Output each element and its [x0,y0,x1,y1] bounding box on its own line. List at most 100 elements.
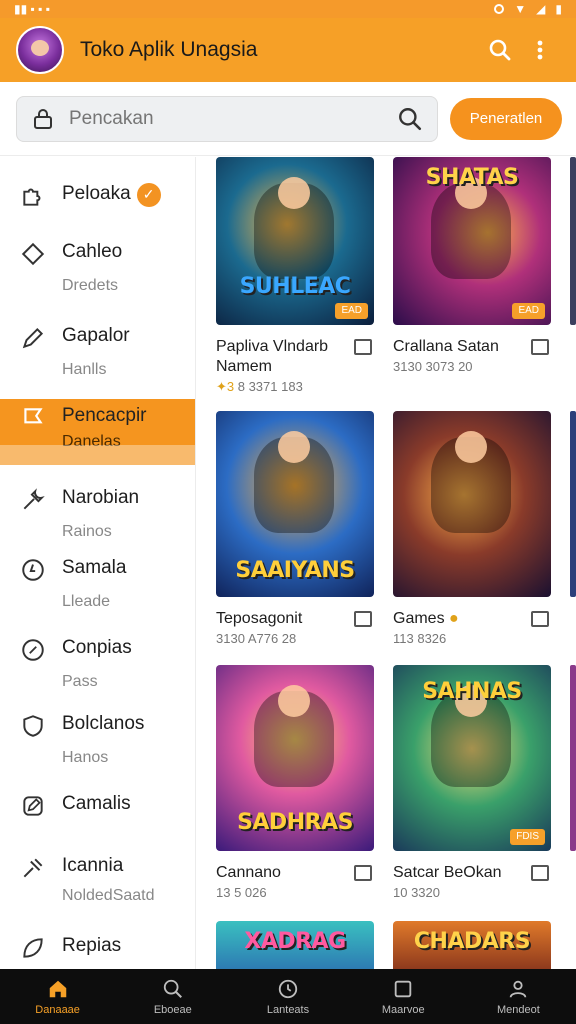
app-title: Crallana Satan [393,338,499,355]
app-card[interactable]: CHADARS [393,921,553,969]
sidebar-item-sub: Danelas [62,433,121,450]
app-card[interactable]: XADRAG [216,921,376,969]
app-thumbnail[interactable]: SAAIYANS [216,411,374,597]
app-title: Satcar BeOkan [393,864,502,881]
sidebar-item-peloaka[interactable]: Peloaka ✓ [0,157,195,231]
sidebar-item-icannia[interactable]: Icannia NoldedSaatd [0,847,195,929]
next-card-edge [570,411,576,597]
sidebar-item-conpias[interactable]: Conpias Pass [0,631,195,705]
clock-icon [278,979,298,998]
nav-label: Mendeot [497,1003,540,1016]
app-thumbnail[interactable]: SADHRAS [216,665,374,851]
magnifier-icon[interactable] [397,106,423,132]
lock-icon [34,108,52,129]
nav-label: Danaaae [35,1003,80,1016]
nav-profile[interactable]: Mendeot [461,969,576,1024]
nav-label: Maarvoe [381,1003,425,1016]
search-input[interactable] [69,107,397,130]
sidebar-item-sub: Lleade [62,593,111,610]
app-logo: SAAIYANS [235,558,355,583]
search-icon[interactable] [480,30,520,70]
sidebar-item-label: Narobian [62,487,140,508]
bookmark-icon[interactable] [354,339,372,355]
next-card-edge [570,157,576,325]
app-title-text: Games [393,610,445,627]
app-meta: ✦3 8 3371 183 [216,379,376,395]
sidebar-item-sub: Hanlls [62,361,107,378]
app-card[interactable]: SHATAS EAD Crallana Satan 3130 3073 20 [393,157,553,374]
search-box[interactable] [16,95,438,142]
nav-label: Lanteats [266,1003,310,1016]
app-thumbnail[interactable]: CHADARS [393,921,551,969]
puzzle-icon [23,188,41,206]
category-sidebar: Peloaka ✓ Cahleo Dredets Gapalor Hanlls Pen… [0,157,196,969]
sidebar-item-cahleo[interactable]: Cahleo Dredets [0,231,195,313]
bookmark-icon[interactable] [531,865,549,881]
status-bar: ▮▮ ▪ ▪ ▪ ▼ ◢ ▮ [0,0,576,18]
app-card[interactable]: SADHRAS Cannano 13 5 026 [216,665,376,900]
nav-home[interactable]: Danaaae [0,969,115,1024]
sidebar-item-label: Camalis [62,793,131,814]
search-icon [163,979,182,998]
app-tag: FDIS [510,829,545,845]
app-thumbnail[interactable]: SHATAS EAD [393,157,551,325]
app-thumbnail[interactable] [393,411,551,597]
sidebar-item-narobian[interactable]: Narobian Rainos [0,465,195,547]
more-vert-icon[interactable] [520,30,560,70]
app-title: Games ● [393,609,525,629]
sidebar-item-label: Bolclanos [62,713,145,734]
nav-search[interactable]: Eboeae [115,969,230,1024]
nav-recent[interactable]: Lanteats [230,969,345,1024]
sidebar-item-sub: Rainos [62,523,112,540]
app-logo: SAHNAS [422,679,522,704]
edit-icon [23,796,43,816]
nav-label: Eboeae [153,1003,192,1016]
app-thumbnail[interactable]: SUHLEAC EAD [216,157,374,325]
avatar[interactable] [16,26,64,74]
bookmark-icon[interactable] [531,611,549,627]
app-thumbnail[interactable]: XADRAG [216,921,374,969]
app-card[interactable]: SAHNAS FDIS Satcar BeOkan 10 3320 [393,665,553,900]
alarm-icon [494,4,505,14]
sidebar-item-pencacpir[interactable]: Pencacpir Danelas [0,399,195,465]
app-meta: 10 3320 [393,885,440,900]
app-thumbnail[interactable]: SAHNAS FDIS [393,665,551,851]
app-grid: SUHLEAC EAD Papliva Vlndarb Namem ✦3 8 3… [196,157,576,969]
sidebar-item-label: Peloaka [62,183,131,204]
sidebar-item-sub: NoldedSaatd [62,887,155,904]
sidebar-item-camalis[interactable]: Camalis [0,785,195,847]
bookmark-icon[interactable] [354,611,372,627]
app-bar: Toko Aplik Unagsia [0,18,576,82]
nav-library[interactable]: Maarvoe [346,969,461,1024]
app-logo: SADHRAS [237,810,353,835]
sidebar-item-label: Icannia [62,855,124,876]
bottom-nav: Danaaae Eboeae Lanteats Maarvoe Mendeot [0,969,576,1024]
sidebar-item-label: Repias [62,935,122,956]
home-icon [49,980,66,997]
app-card[interactable]: SAAIYANS Teposagonit 3130 A776 28 [216,411,376,646]
app-meta: 3130 3073 20 [393,359,473,374]
square-icon [394,980,412,997]
app-card[interactable]: Games ● 113 8326 [393,411,553,646]
app-meta-value: 8 3371 183 [234,379,303,394]
sidebar-item-label: Conpias [62,637,132,658]
bookmark-icon[interactable] [531,339,549,355]
app-card[interactable]: SUHLEAC EAD Papliva Vlndarb Namem ✦3 8 3… [216,157,376,395]
sidebar-item-label: Gapalor [62,325,130,346]
profile-icon [510,980,527,998]
sidebar-item-bolclanos[interactable]: Bolclanos Hanos [0,705,195,785]
wifi-icon: ▼ [514,2,527,16]
sidebar-item-repias[interactable]: Repias [0,929,195,969]
sidebar-item-sub: Pass [62,673,98,690]
verified-icon: ✓ [136,182,161,207]
bookmark-icon[interactable] [354,865,372,881]
sidebar-item-samala[interactable]: Samala Lleade [0,547,195,631]
sidebar-item-gapalor[interactable]: Gapalor Hanlls [0,313,195,399]
search-button[interactable]: Peneratlen [450,97,562,140]
app-meta: 113 8326 [393,631,447,646]
app-title: Papliva Vlndarb Namem [216,338,329,375]
app-logo: CHADARS [413,929,531,954]
app-meta: 3130 A776 28 [216,631,297,646]
app-logo: XADRAG [244,929,346,954]
app-meta: 13 5 026 [216,885,267,900]
